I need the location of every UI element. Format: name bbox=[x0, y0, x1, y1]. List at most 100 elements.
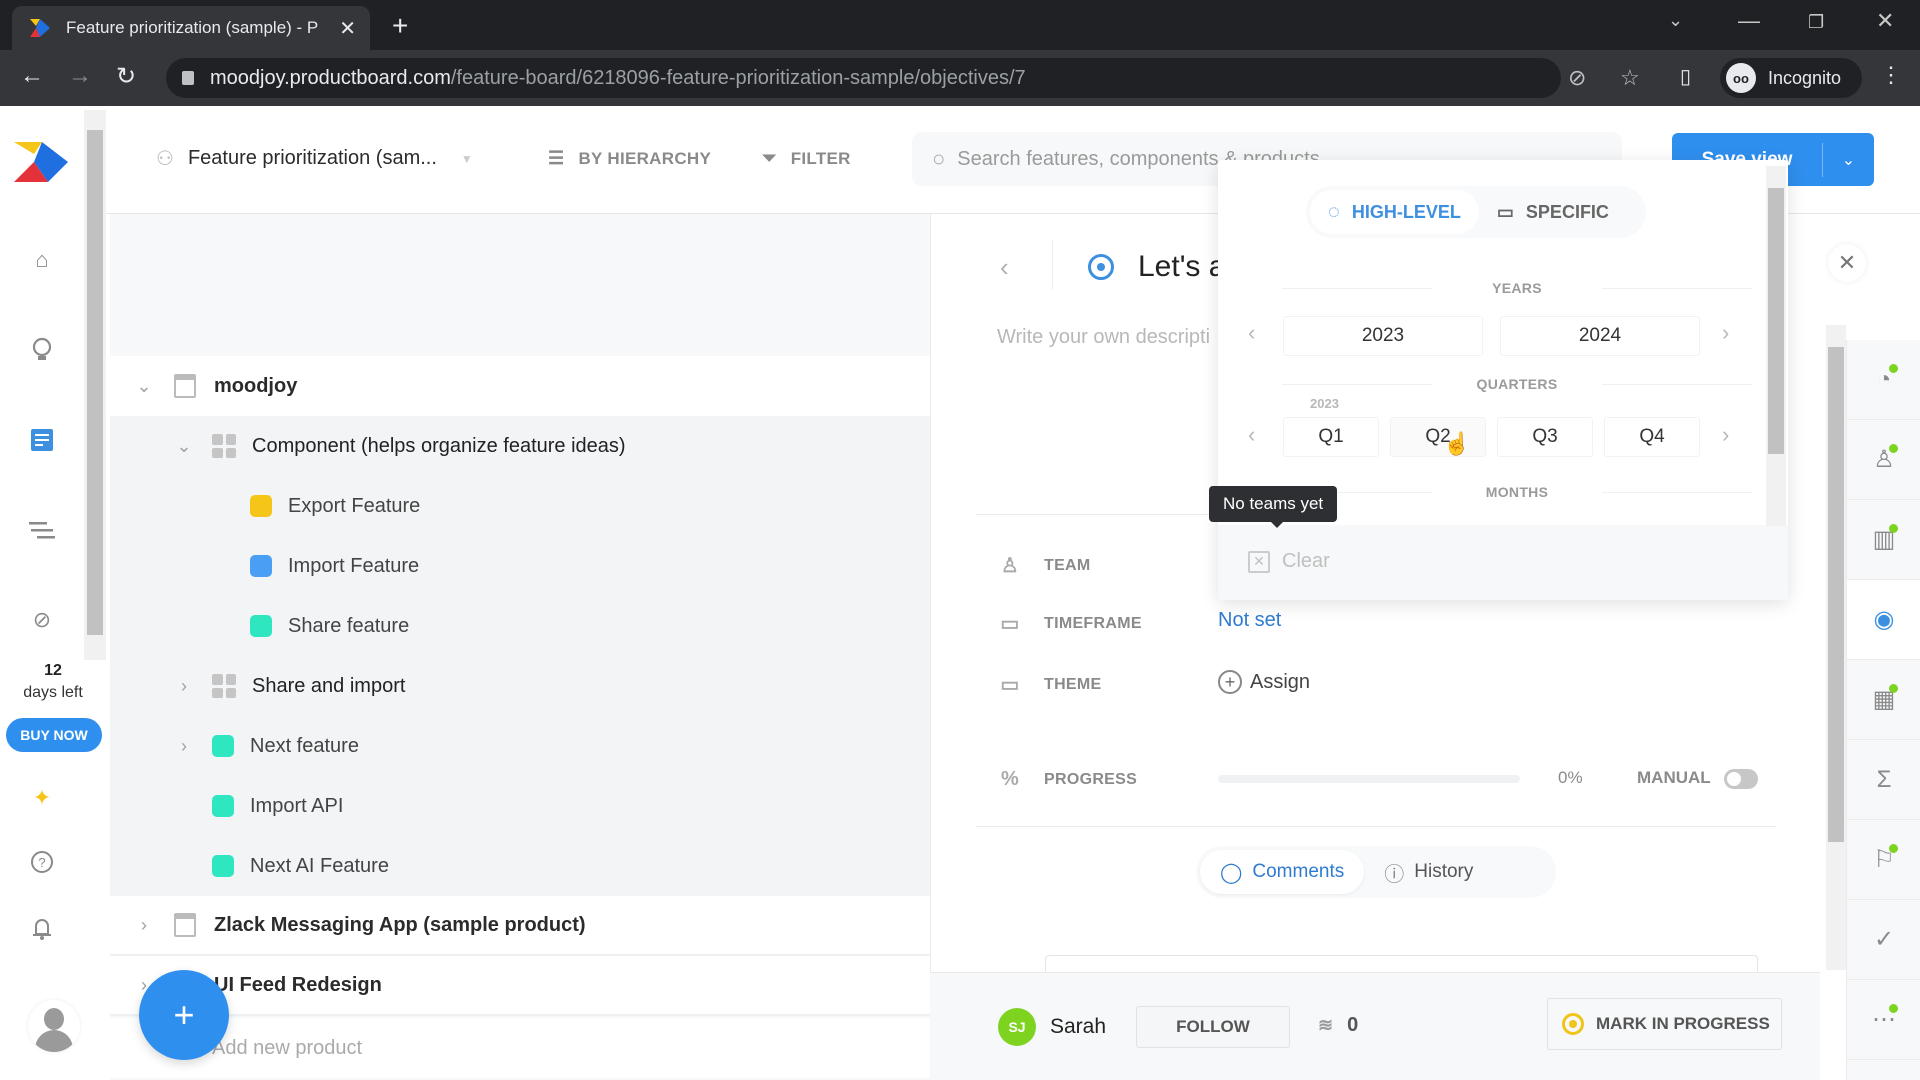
progress-bar bbox=[1218, 775, 1520, 783]
chevron-right-icon[interactable]: › bbox=[172, 676, 196, 697]
quarter-cell[interactable]: Q3 bbox=[1497, 417, 1593, 457]
minimize-button[interactable]: — bbox=[1738, 8, 1760, 34]
filter-button[interactable]: ⏷ FILTER bbox=[762, 148, 851, 169]
quarter-cell-hovered[interactable]: Q2 bbox=[1390, 417, 1486, 457]
manual-progress-toggle[interactable] bbox=[1724, 769, 1758, 789]
new-tab-button[interactable]: + bbox=[392, 10, 408, 42]
tree-row-feature[interactable]: Next AI Feature bbox=[110, 836, 930, 896]
save-view-dropdown-icon[interactable]: ⌄ bbox=[1823, 150, 1874, 170]
tree-row-feature[interactable]: Share feature bbox=[110, 596, 930, 656]
tree-row-product[interactable]: › Zlack Messaging App (sample product) bbox=[110, 896, 930, 956]
portal-compass-icon[interactable]: ⊘ bbox=[28, 606, 56, 634]
productboard-logo[interactable] bbox=[14, 142, 70, 187]
calendar-icon: ▭ bbox=[1496, 201, 1514, 222]
tracking-protection-icon[interactable]: ⊘ bbox=[1568, 65, 1586, 91]
assign-theme-button[interactable]: + Assign bbox=[1218, 670, 1310, 694]
comment-bubble-icon: ◯ bbox=[1220, 861, 1243, 884]
roadmap-icon[interactable] bbox=[28, 516, 56, 544]
browser-menu-icon[interactable]: ⋮ bbox=[1880, 62, 1902, 88]
insights-chart-icon[interactable]: ◔ bbox=[1847, 340, 1920, 420]
buy-now-button[interactable]: BUY NOW bbox=[6, 718, 102, 752]
chevron-right-icon[interactable]: › bbox=[172, 736, 196, 757]
tree-row-label: Next feature bbox=[250, 734, 359, 757]
back-icon[interactable]: ← bbox=[20, 62, 44, 90]
year-cell[interactable]: 2023 bbox=[1283, 316, 1483, 356]
objective-title[interactable]: Let's a bbox=[1138, 250, 1218, 284]
tree-row-component[interactable]: › Share and import bbox=[110, 656, 930, 716]
more-icon[interactable]: ⋯ bbox=[1847, 980, 1920, 1060]
clear-timeframe-button[interactable]: ✕ Clear bbox=[1248, 550, 1330, 573]
tree-row-feature[interactable]: Import API bbox=[110, 776, 930, 836]
tree-row-feature[interactable]: Import Feature bbox=[110, 536, 930, 596]
mode-specific[interactable]: ▭ SPECIFIC bbox=[1479, 190, 1627, 234]
side-panel-icon[interactable]: ▯ bbox=[1680, 64, 1691, 89]
close-panel-icon[interactable]: ✕ bbox=[1828, 244, 1866, 282]
create-fab-button[interactable]: + bbox=[139, 970, 229, 1060]
customer-icon[interactable]: ♙ bbox=[1847, 420, 1920, 500]
reload-icon[interactable]: ↻ bbox=[116, 62, 136, 91]
feature-status-icon bbox=[250, 615, 272, 637]
chevron-right-icon[interactable]: › bbox=[132, 915, 156, 936]
forward-icon[interactable]: → bbox=[68, 62, 92, 90]
group-by-hierarchy-button[interactable]: ☰ BY HIERARCHY bbox=[548, 148, 711, 169]
tree-row-product[interactable]: ⌄ moodjoy bbox=[110, 356, 930, 416]
next-quarters-icon[interactable]: › bbox=[1722, 422, 1729, 448]
feature-status-icon bbox=[250, 555, 272, 577]
picker-scrollbar[interactable] bbox=[1766, 166, 1786, 526]
detail-scrollbar[interactable] bbox=[1826, 325, 1846, 970]
year-cell[interactable]: 2024 bbox=[1500, 316, 1700, 356]
sparkle-whats-new-icon[interactable]: ✦ bbox=[28, 784, 56, 812]
tree-row-feature[interactable]: Export Feature bbox=[110, 476, 930, 536]
quarter-cell[interactable]: Q4 bbox=[1604, 417, 1700, 457]
browser-tab[interactable]: Feature prioritization (sample) - P ✕ bbox=[12, 6, 370, 50]
mark-in-progress-button[interactable]: MARK IN PROGRESS bbox=[1547, 998, 1782, 1050]
tree-row-label: UI Feed Redesign bbox=[214, 973, 382, 996]
tab-history[interactable]: ⓘ History bbox=[1364, 850, 1493, 894]
timeframe-value[interactable]: Not set bbox=[1218, 609, 1281, 632]
incognito-icon: oo bbox=[1726, 63, 1756, 93]
productboard-favicon bbox=[30, 17, 52, 39]
description-input[interactable]: Write your own descripti bbox=[997, 326, 1217, 349]
timeframe-mode-toggle: ◌ HIGH-LEVEL ▭ SPECIFIC bbox=[1306, 186, 1646, 238]
trial-countdown: 12 days left bbox=[0, 662, 106, 702]
dotted-circle-icon: ◌ bbox=[1328, 200, 1340, 223]
add-new-product-row[interactable]: Add new product bbox=[110, 1018, 930, 1078]
tree-row-component[interactable]: ⌄ Component (helps organize feature idea… bbox=[110, 416, 930, 476]
next-years-icon[interactable]: › bbox=[1722, 320, 1729, 346]
back-chevron-icon[interactable]: ‹ bbox=[1000, 252, 1009, 283]
rail-scrollbar[interactable] bbox=[84, 110, 106, 660]
user-avatar[interactable] bbox=[28, 1000, 80, 1052]
formula-sigma-icon[interactable]: Σ bbox=[1847, 740, 1920, 820]
quarter-cell[interactable]: Q1 bbox=[1283, 417, 1379, 457]
incognito-badge[interactable]: oo Incognito bbox=[1720, 58, 1862, 98]
votes-count[interactable]: ≋ 0 bbox=[1318, 1014, 1358, 1037]
chevron-down-icon[interactable]: ⌄ bbox=[172, 436, 196, 457]
notifications-bell-icon[interactable] bbox=[28, 914, 56, 942]
tree-row-product[interactable]: › UI Feed Redesign bbox=[110, 956, 930, 1016]
tab-comments[interactable]: ◯ Comments bbox=[1200, 850, 1365, 894]
objective-target-icon[interactable]: ◉ bbox=[1847, 580, 1920, 660]
calculator-icon[interactable]: ▦ bbox=[1847, 660, 1920, 740]
insights-lightbulb-icon[interactable] bbox=[28, 336, 56, 364]
release-flag-icon[interactable]: ⚐ bbox=[1847, 820, 1920, 900]
company-icon[interactable]: ▥ bbox=[1847, 500, 1920, 580]
close-window-button[interactable]: ✕ bbox=[1876, 8, 1894, 34]
tree-row-feature[interactable]: › Next feature bbox=[110, 716, 930, 776]
url-bar[interactable]: moodjoy.productboard.com /feature-board/… bbox=[166, 58, 1640, 98]
prev-years-icon[interactable]: ‹ bbox=[1248, 320, 1255, 346]
board-selector[interactable]: ⚇ Feature prioritization (sam... ▼ bbox=[156, 146, 473, 171]
help-icon[interactable]: ? bbox=[28, 848, 56, 876]
prev-quarters-icon[interactable]: ‹ bbox=[1248, 422, 1255, 448]
follow-button[interactable]: FOLLOW bbox=[1136, 1006, 1290, 1048]
progress-field-label: % PROGRESS bbox=[998, 768, 1137, 791]
features-board-icon[interactable] bbox=[28, 426, 56, 454]
home-icon[interactable]: ⌂ bbox=[28, 246, 56, 274]
restore-button[interactable]: ❐ bbox=[1808, 12, 1824, 33]
check-circle-icon[interactable]: ✓ bbox=[1847, 900, 1920, 980]
close-tab-icon[interactable]: ✕ bbox=[339, 16, 356, 41]
chevron-down-icon[interactable]: ⌄ bbox=[132, 376, 156, 397]
owner-name[interactable]: Sarah bbox=[1050, 1015, 1106, 1039]
tab-search-icon[interactable]: ⌄ bbox=[1668, 10, 1683, 31]
bookmark-star-icon[interactable]: ☆ bbox=[1620, 65, 1640, 91]
mode-high-level[interactable]: ◌ HIGH-LEVEL bbox=[1310, 190, 1479, 234]
